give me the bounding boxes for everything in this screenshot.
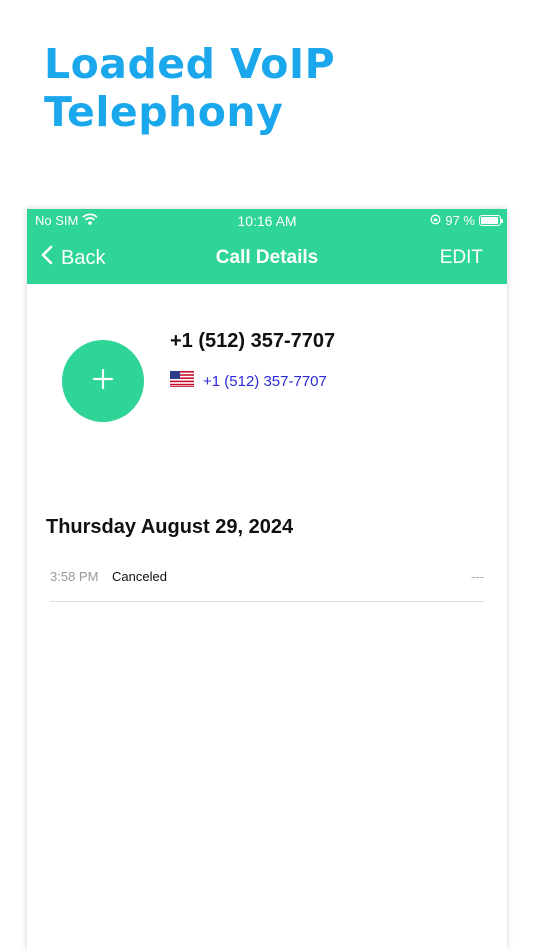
call-time: 3:58 PM xyxy=(50,569,99,584)
battery-icon xyxy=(479,215,503,226)
promo-headline-line1: Loaded VoIP xyxy=(44,40,336,88)
status-bar: No SIM 10:16 AM 97 % xyxy=(27,209,507,231)
call-log-row[interactable]: 3:58 PM Canceled --- xyxy=(50,559,484,602)
contact-number-link[interactable]: +1 (512) 357-7707 xyxy=(203,373,327,390)
add-contact-button[interactable] xyxy=(62,340,144,422)
rotation-lock-icon xyxy=(430,213,441,228)
status-right: 97 % xyxy=(430,213,503,228)
edit-button[interactable]: EDIT xyxy=(440,247,483,269)
call-log-date: Thursday August 29, 2024 xyxy=(46,516,294,538)
contact-name: +1 (512) 357-7707 xyxy=(170,330,336,352)
us-flag-icon xyxy=(170,371,194,392)
promo-headline-line2: Telephony xyxy=(44,88,284,136)
battery-percent: 97 % xyxy=(445,213,475,228)
battery-level xyxy=(481,217,499,224)
contact-number-row: +1 (512) 357-7707 xyxy=(170,371,327,392)
promo-headline: Loaded VoIP Telephony xyxy=(44,40,335,136)
page-title: Call Details xyxy=(215,247,319,268)
call-duration: --- xyxy=(471,569,484,584)
app-header: No SIM 10:16 AM 97 % Back Call Details E… xyxy=(27,209,507,284)
nav-bar: Back Call Details EDIT xyxy=(27,239,507,277)
plus-icon xyxy=(92,368,114,395)
phone-screen: No SIM 10:16 AM 97 % Back Call Details E… xyxy=(27,209,507,950)
call-status: Canceled xyxy=(112,569,167,584)
